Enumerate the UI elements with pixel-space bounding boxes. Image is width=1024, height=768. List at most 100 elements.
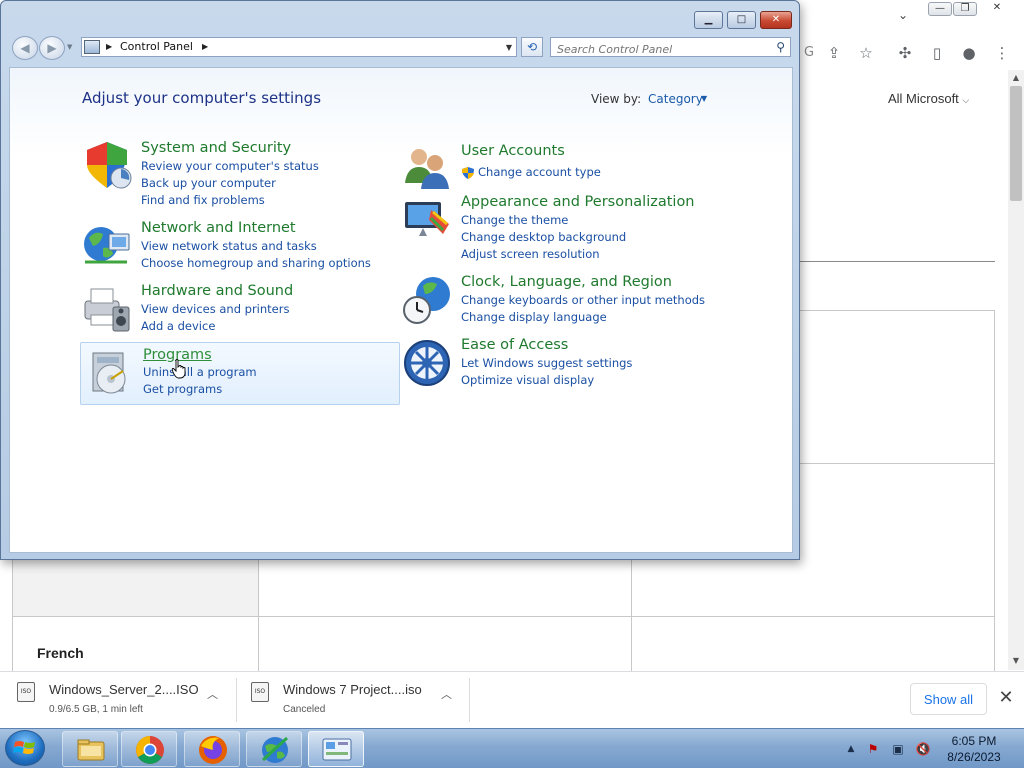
address-dropdown-icon[interactable]: ▼	[506, 43, 512, 52]
bookmark-star-icon[interactable]: ☆	[856, 43, 876, 63]
breadcrumb-arrow-icon[interactable]: ▶	[202, 42, 208, 51]
minimize-button[interactable]: —	[928, 2, 952, 16]
category-link[interactable]: Back up your computer	[141, 176, 276, 190]
hand-cursor-icon	[172, 359, 186, 379]
category-link[interactable]: Uninstall a program	[143, 365, 257, 379]
chevron-up-icon[interactable]: ︿	[207, 686, 218, 702]
translate-icon[interactable]: G	[799, 43, 819, 63]
restore-button[interactable]: ❐	[953, 2, 977, 16]
category-link[interactable]: Add a device	[141, 319, 215, 333]
category-title[interactable]: Network and Internet	[141, 220, 296, 236]
close-icon[interactable]: ✕	[996, 688, 1016, 708]
category-link[interactable]: Find and fix problems	[141, 193, 265, 207]
taskbar-firefox-button[interactable]	[184, 731, 240, 767]
file-explorer-icon	[77, 739, 105, 761]
action-center-flag-icon[interactable]: ⚑	[865, 741, 881, 757]
table-row-label: French	[37, 645, 84, 661]
page-title: Adjust your computer's settings	[82, 89, 322, 107]
category-link[interactable]: Get programs	[143, 382, 222, 396]
taskbar-control-panel-button[interactable]	[308, 731, 364, 767]
dropdown-arrow-icon[interactable]: ▼	[701, 94, 707, 103]
category-system-and-security[interactable]: System and Security Review your computer…	[81, 140, 391, 207]
address-bar[interactable]: ▶ Control Panel ▶ ▼	[81, 37, 517, 57]
show-hidden-icons-chevron-icon[interactable]: ▲	[843, 741, 859, 757]
chevron-up-icon[interactable]: ︿	[441, 686, 452, 702]
network-status-icon[interactable]: ▣	[890, 741, 906, 757]
volume-muted-icon[interactable]: 🔇	[915, 741, 931, 757]
users-icon	[405, 149, 449, 189]
scroll-down-icon[interactable]: ▼	[1010, 655, 1022, 667]
tab-list-chevron-icon[interactable]: ⌄	[898, 8, 908, 22]
taskbar-explorer-button[interactable]	[62, 731, 118, 767]
side-panel-icon[interactable]: ▯	[927, 43, 947, 63]
category-title[interactable]: User Accounts	[461, 143, 565, 159]
network-globe-icon	[261, 736, 289, 763]
category-link[interactable]: Review your computer's status	[141, 159, 319, 173]
category-title[interactable]: Ease of Access	[461, 337, 568, 353]
category-programs[interactable]: Programs Uninstall a program Get program…	[80, 342, 400, 405]
refresh-button[interactable]: ⟲	[521, 37, 543, 57]
scrollbar-thumb[interactable]	[1010, 86, 1022, 201]
category-user-accounts[interactable]: User Accounts Change account type	[401, 143, 721, 189]
maximize-button[interactable]: □	[727, 11, 756, 29]
category-title[interactable]: System and Security	[141, 140, 291, 156]
category-hardware-and-sound[interactable]: Hardware and Sound View devices and prin…	[81, 283, 391, 333]
category-title[interactable]: Appearance and Personalization	[461, 194, 695, 210]
category-appearance-and-personalization[interactable]: Appearance and Personalization Change th…	[401, 194, 721, 261]
category-title[interactable]: Clock, Language, and Region	[461, 274, 672, 290]
clock-time: 6:05 PM	[951, 734, 997, 748]
globe-network-icon	[84, 227, 130, 264]
breadcrumb-arrow-icon[interactable]: ▶	[106, 42, 112, 51]
category-link[interactable]: Change display language	[461, 310, 607, 324]
category-title[interactable]: Hardware and Sound	[141, 283, 293, 299]
show-all-button[interactable]: Show all	[910, 683, 987, 715]
table-border	[800, 310, 995, 311]
minimize-button[interactable]: ▁	[694, 11, 723, 29]
download-item[interactable]: ISO Windows_Server_2....ISO 0.9/6.5 GB, …	[17, 678, 227, 722]
category-link[interactable]: View network status and tasks	[141, 239, 317, 253]
category-link[interactable]: View devices and printers	[141, 302, 289, 316]
search-icon[interactable]: ⚲	[776, 40, 785, 54]
profile-avatar-icon[interactable]: ●	[959, 43, 979, 63]
shield-icon	[87, 142, 132, 189]
category-link[interactable]: Change the theme	[461, 213, 568, 227]
category-link[interactable]: Change account type	[478, 165, 601, 179]
table-border	[258, 559, 259, 671]
download-filename: Windows 7 Project....iso	[283, 682, 422, 697]
back-button[interactable]: ◀	[12, 36, 38, 60]
table-border	[631, 559, 632, 671]
category-network-and-internet[interactable]: Network and Internet View network status…	[81, 220, 391, 270]
share-icon[interactable]: ⇪	[824, 43, 844, 63]
all-microsoft-menu[interactable]: All Microsoft ⌵	[888, 91, 969, 106]
taskbar-network-button[interactable]	[246, 731, 302, 767]
category-clock-language-and-region[interactable]: Clock, Language, and Region Change keybo…	[401, 274, 731, 324]
close-button[interactable]: ✕	[985, 2, 1009, 16]
download-filename: Windows_Server_2....ISO	[49, 682, 199, 697]
category-ease-of-access[interactable]: Ease of Access Let Windows suggest setti…	[401, 337, 721, 387]
category-link[interactable]: Choose homegroup and sharing options	[141, 256, 371, 270]
taskbar-chrome-button[interactable]	[121, 731, 177, 767]
scroll-up-icon[interactable]: ▲	[1010, 72, 1022, 84]
category-link[interactable]: Let Windows suggest settings	[461, 356, 632, 370]
category-link[interactable]: Change desktop background	[461, 230, 626, 244]
view-by-dropdown[interactable]: Category	[648, 92, 703, 106]
menu-kebab-icon[interactable]: ⋮	[992, 43, 1012, 63]
category-link[interactable]: Change keyboards or other input methods	[461, 293, 705, 307]
extensions-puzzle-icon[interactable]: ✣	[895, 43, 915, 63]
category-link[interactable]: Adjust screen resolution	[461, 247, 600, 261]
clock-globe-icon	[403, 277, 450, 324]
close-button[interactable]: ✕	[760, 11, 792, 29]
taskbar-clock[interactable]: 6:05 PM 8/26/2023	[942, 733, 1006, 765]
all-microsoft-label: All Microsoft	[888, 91, 959, 106]
recent-pages-dropdown-icon[interactable]: ▼	[67, 43, 72, 51]
forward-button[interactable]: ▶	[39, 36, 65, 60]
monitor-palette-icon	[405, 202, 449, 236]
search-input[interactable]	[551, 40, 761, 59]
control-panel-window: ▁ □ ✕ ◀ ▶ ▼ ▶ Control Panel ▶ ▼ ⟲ ⚲ Adju…	[0, 0, 800, 560]
chrome-icon	[136, 736, 164, 764]
breadcrumb[interactable]: Control Panel	[120, 40, 193, 53]
category-link[interactable]: Optimize visual display	[461, 373, 594, 387]
download-item[interactable]: ISO Windows 7 Project....iso Canceled ︿	[251, 678, 461, 722]
download-status: Canceled	[283, 704, 326, 715]
search-box[interactable]: ⚲	[550, 37, 791, 59]
